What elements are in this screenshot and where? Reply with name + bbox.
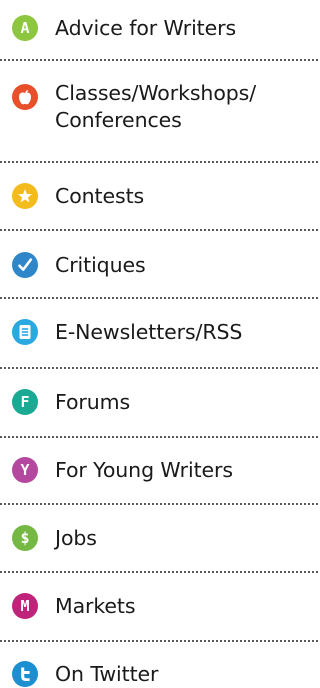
dollar-icon: $ <box>12 525 38 551</box>
letter-y-icon: Y <box>12 457 38 483</box>
letter-a-icon: A <box>12 15 38 41</box>
menu-item-for-young-writers[interactable]: Y For Young Writers <box>0 456 318 484</box>
menu-item-on-twitter[interactable]: On Twitter <box>0 660 318 688</box>
menu-item-label: Contests <box>55 183 145 208</box>
menu-item-label: On Twitter <box>55 661 159 686</box>
menu-item-label: Critiques <box>55 252 146 277</box>
menu-item-label: Jobs <box>55 525 97 550</box>
newsletter-icon <box>12 319 38 345</box>
menu-item-critiques[interactable]: Critiques <box>0 251 318 279</box>
divider <box>0 436 318 438</box>
checkmark-icon <box>12 252 38 278</box>
divider <box>0 229 318 231</box>
menu-item-label: E-Newsletters/RSS <box>55 319 243 344</box>
menu-item-e-newsletters-rss[interactable]: E-Newsletters/RSS <box>0 318 318 346</box>
apple-icon <box>12 84 38 110</box>
menu-item-forums[interactable]: F Forums <box>0 388 318 416</box>
divider <box>0 571 318 573</box>
letter-f-icon: F <box>12 389 38 415</box>
menu-item-markets[interactable]: M Markets <box>0 592 318 620</box>
twitter-icon <box>12 661 38 687</box>
menu-item-classes-workshops-conferences[interactable]: Classes/Workshops/ Conferences <box>0 80 318 138</box>
menu-item-label: Advice for Writers <box>55 15 237 40</box>
menu-item-jobs[interactable]: $ Jobs <box>0 524 318 552</box>
category-menu: A Advice for Writers Classes/Workshops/ … <box>0 0 318 688</box>
divider <box>0 59 318 61</box>
star-icon <box>12 183 38 209</box>
letter-m-icon: M <box>12 593 38 619</box>
menu-item-contests[interactable]: Contests <box>0 182 318 210</box>
divider <box>0 161 318 163</box>
divider <box>0 503 318 505</box>
menu-item-label: Forums <box>55 389 131 414</box>
menu-item-label: Classes/Workshops/ Conferences <box>55 81 257 132</box>
menu-item-advice-for-writers[interactable]: A Advice for Writers <box>0 14 318 42</box>
menu-item-label: Markets <box>55 593 136 618</box>
menu-item-label: For Young Writers <box>55 457 233 482</box>
divider <box>0 297 318 299</box>
divider <box>0 367 318 369</box>
divider <box>0 640 318 642</box>
